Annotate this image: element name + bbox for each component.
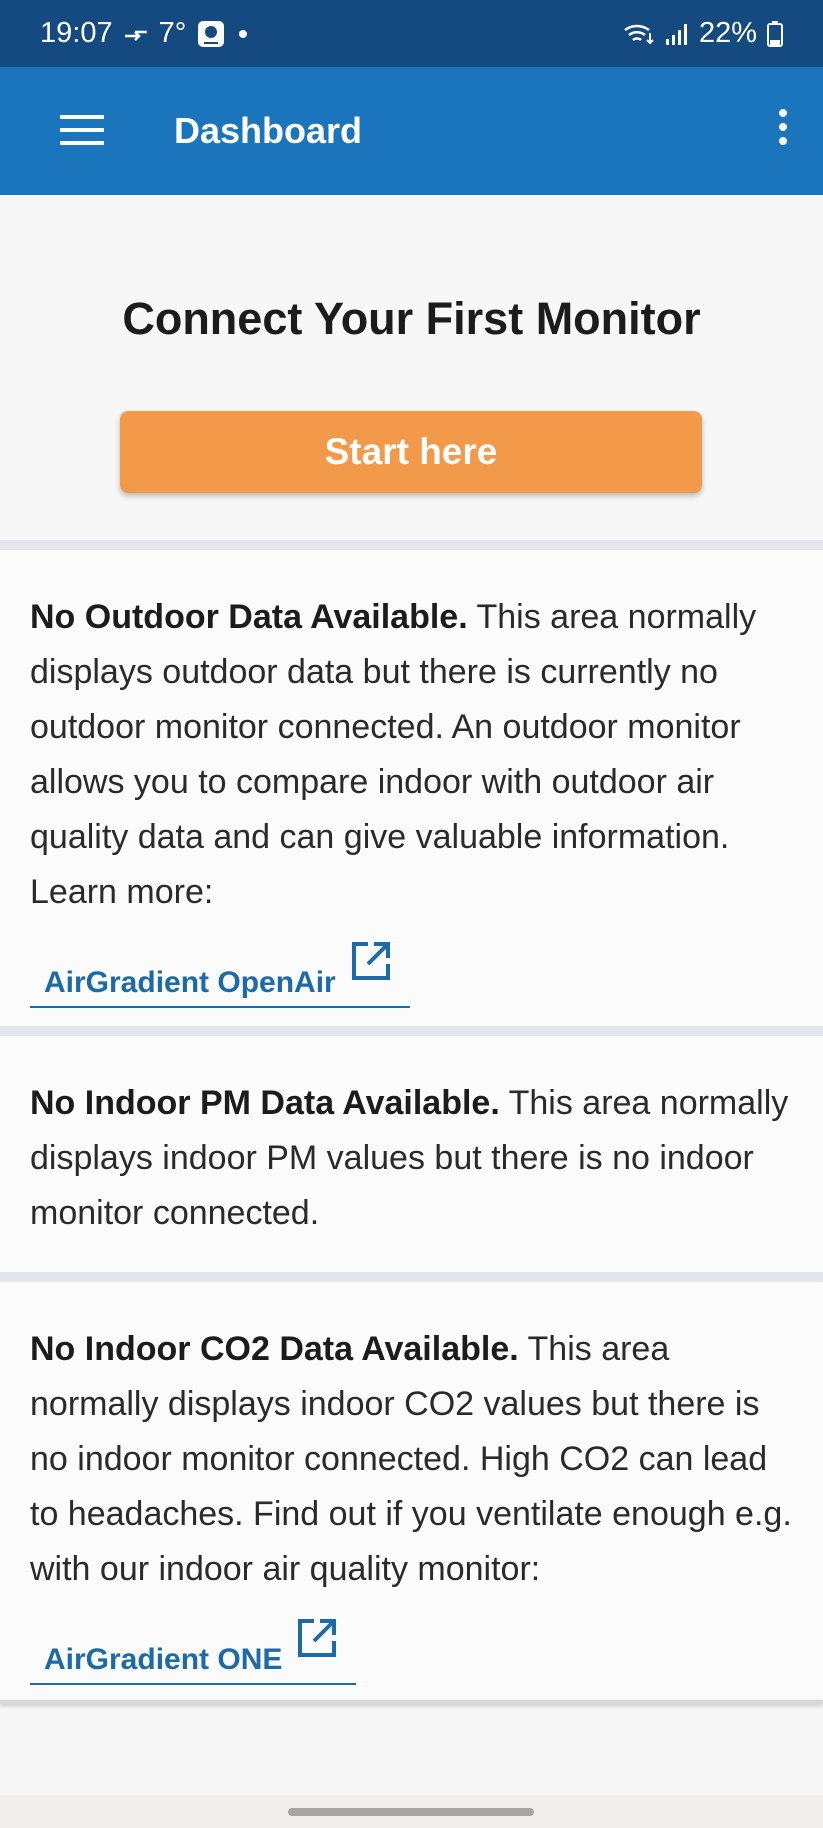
page-title: Dashboard [174,110,363,151]
hamburger-icon[interactable] [60,112,104,148]
divider [0,540,823,550]
battery-icon [767,20,783,47]
outdoor-data-card: No Outdoor Data Available. This area nor… [0,550,823,1026]
indoor-co2-heading: No Indoor CO2 Data Available. [30,1330,519,1368]
airgradient-one-link-label: AirGradient ONE [44,1643,283,1676]
app-bar: Dashboard [0,67,823,195]
hero-title: Connect Your First Monitor [122,293,701,344]
external-link-icon [350,940,392,1000]
start-here-button[interactable]: Start here [120,411,702,493]
status-time: 19:07 [40,17,113,49]
indoor-co2-text: No Indoor CO2 Data Available. This area … [30,1322,793,1597]
dot-icon [236,27,250,41]
status-temperature: 7° [158,17,187,49]
content-bottom-edge [0,1700,823,1704]
outdoor-data-heading: No Outdoor Data Available. [30,598,468,636]
airgradient-openair-link-label: AirGradient OpenAir [44,966,336,999]
connect-monitor-section: Connect Your First Monitor Start here [0,195,823,540]
wifi-icon [623,21,655,47]
camera-app-icon [196,19,226,49]
outdoor-data-text: No Outdoor Data Available. This area nor… [30,590,793,920]
divider [0,1272,823,1282]
outdoor-data-description: This area normally displays outdoor data… [30,598,757,911]
indoor-pm-text: No Indoor PM Data Available. This area n… [30,1076,793,1241]
signal-icon [665,22,689,46]
airgradient-one-link[interactable]: AirGradient ONE [30,1617,357,1685]
transfer-icon [123,24,149,44]
battery-percentage: 22% [698,17,757,49]
home-gesture-handle[interactable] [288,1808,534,1816]
indoor-pm-heading: No Indoor PM Data Available. [30,1084,500,1122]
status-bar: 19:07 7° 22% [0,0,823,67]
indoor-co2-description: This area normally displays indoor CO2 v… [30,1330,792,1588]
more-vert-icon[interactable] [776,109,790,153]
external-link-icon [296,1617,338,1677]
airgradient-openair-link[interactable]: AirGradient OpenAir [30,940,410,1008]
navigation-bar [0,1795,823,1828]
indoor-co2-card: No Indoor CO2 Data Available. This area … [0,1282,823,1700]
indoor-pm-card: No Indoor PM Data Available. This area n… [0,1036,823,1272]
divider [0,1026,823,1036]
